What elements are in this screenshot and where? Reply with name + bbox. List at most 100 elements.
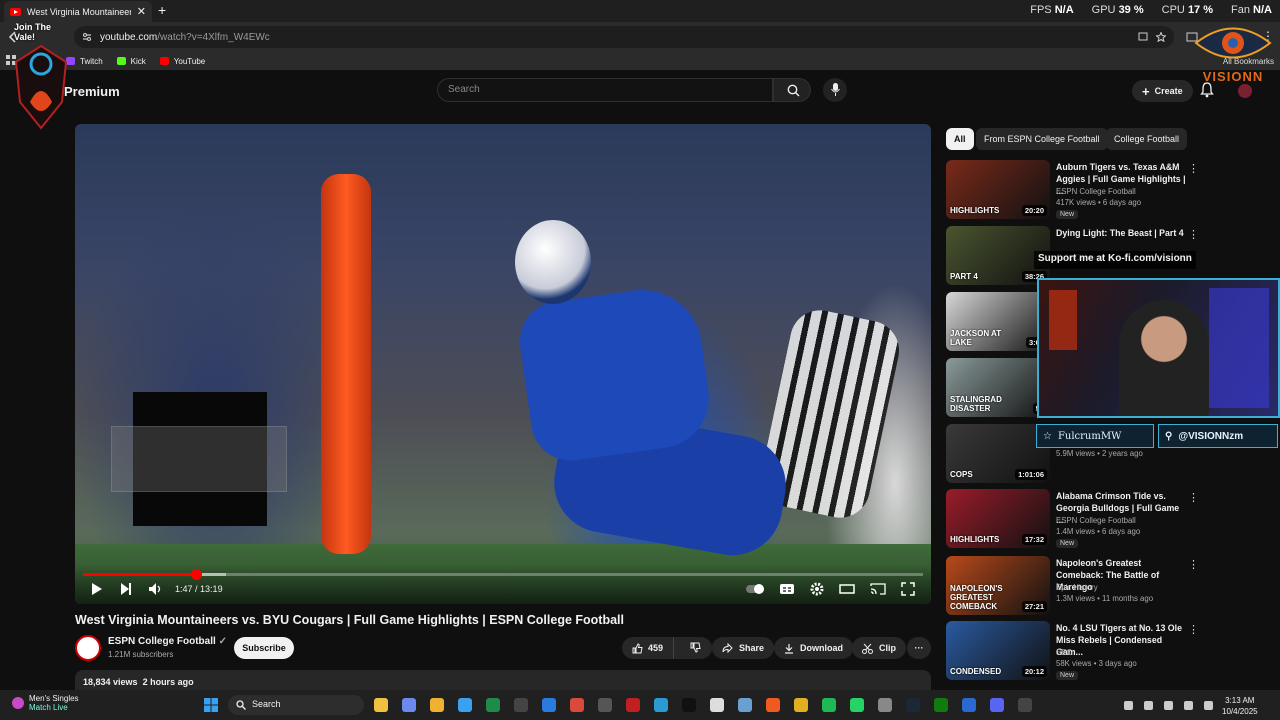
bookmark-kick[interactable]: Kick	[116, 57, 146, 66]
tab-title: West Virginia Mountaineers vs	[27, 6, 131, 17]
browser-tab-bar: West Virginia Mountaineers vs ✕ + FPS N/…	[0, 0, 1280, 22]
app5-icon[interactable]	[1018, 698, 1032, 712]
chevron-up-icon[interactable]	[1124, 701, 1133, 710]
clip-button[interactable]: Clip	[852, 637, 906, 659]
folder-icon[interactable]	[430, 698, 444, 712]
windows-start-icon[interactable]	[204, 698, 218, 712]
more-horizontal-icon: ···	[914, 643, 924, 653]
more-vertical-icon[interactable]: ⋮	[1188, 491, 1199, 504]
search-icon	[787, 84, 800, 97]
search-button[interactable]	[773, 78, 811, 102]
recommended-video[interactable]: HIGHLIGHTS 20:20 Auburn Tigers vs. Texas A…	[946, 160, 1276, 222]
brave-icon[interactable]	[766, 698, 780, 712]
app4-icon[interactable]	[962, 698, 976, 712]
discord-icon[interactable]	[990, 698, 1004, 712]
steam-icon[interactable]	[906, 698, 920, 712]
url-bar[interactable]: youtube.com/watch?v=4Xlfm_W4EWc	[74, 26, 1174, 48]
theater-mode-icon[interactable]	[839, 582, 855, 596]
play-icon[interactable]	[89, 582, 103, 596]
spotify-icon[interactable]	[822, 698, 836, 712]
video-thumbnail[interactable]: HIGHLIGHTS 17:32	[946, 489, 1050, 548]
visionn-streamer-logo: VISIONN	[1192, 18, 1274, 84]
terminal-icon[interactable]	[514, 698, 528, 712]
fullscreen-icon[interactable]	[901, 582, 915, 596]
photos-icon[interactable]	[458, 698, 472, 712]
seek-bar[interactable]	[83, 569, 923, 580]
chip-college-football[interactable]: College Football	[1106, 128, 1188, 150]
thumbnail-caption: HIGHLIGHTS	[950, 206, 1000, 215]
cloud-icon[interactable]	[1144, 701, 1153, 710]
news-icon[interactable]	[626, 698, 640, 712]
like-button[interactable]: 459	[622, 637, 675, 659]
video-thumbnail[interactable]: COPS 1:01:06	[946, 424, 1050, 483]
more-vertical-icon[interactable]: ⋮	[1188, 162, 1199, 175]
chip-all[interactable]: All	[946, 128, 974, 150]
chrome-icon[interactable]	[794, 698, 808, 712]
xbox-icon[interactable]	[934, 698, 948, 712]
seek-bar-handle[interactable]	[190, 569, 202, 580]
site-info-icon[interactable]	[82, 32, 92, 42]
share-button[interactable]: Share	[712, 637, 775, 659]
subscribe-button[interactable]: Subscribe	[234, 637, 294, 659]
edge-icon[interactable]	[654, 698, 668, 712]
taskbar-search[interactable]: Search	[228, 695, 364, 715]
thumbnail-caption: STALINGRAD DISASTER	[950, 395, 1002, 413]
video-thumbnail[interactable]: NAPOLEON'S GREATEST COMEBACK 27:21	[946, 556, 1050, 615]
tab-close-icon[interactable]: ✕	[137, 5, 146, 18]
new-tab-button[interactable]: +	[158, 2, 166, 18]
mic-tray-icon[interactable]	[1184, 701, 1193, 710]
search-input[interactable]: Search	[437, 78, 773, 102]
more-actions-button[interactable]: ···	[907, 637, 931, 659]
snip-icon[interactable]	[570, 698, 584, 712]
more-vertical-icon[interactable]: ⋮	[1188, 228, 1199, 241]
video-duration: 17:32	[1021, 534, 1047, 545]
tiktok-icon[interactable]	[682, 698, 696, 712]
kofi-banner: Support me at Ko-fi.com/visionn	[1034, 251, 1196, 269]
channel-avatar[interactable]	[75, 635, 101, 661]
recommended-meta: 5.9M views • 2 years ago	[1056, 449, 1143, 458]
video-thumbnail[interactable]: HIGHLIGHTS 20:20	[946, 160, 1050, 219]
video-thumbnail[interactable]: CONDENSED 20:12	[946, 621, 1050, 680]
recommended-video[interactable]: NAPOLEON'S GREATEST COMEBACK 27:21 Napoleo…	[946, 556, 1276, 618]
video-thumbnail[interactable]: STALINGRAD DISASTER51	[946, 358, 1050, 417]
next-video-icon[interactable]	[119, 582, 133, 596]
voice-search-button[interactable]	[823, 78, 847, 102]
more-vertical-icon[interactable]: ⋮	[1188, 623, 1199, 636]
cast-icon[interactable]	[870, 582, 886, 596]
create-button[interactable]: + Create	[1132, 80, 1193, 102]
network-icon[interactable]	[1164, 701, 1173, 710]
app2-icon[interactable]	[738, 698, 752, 712]
video-thumbnail[interactable]: JACKSON AT LAKE3:07	[946, 292, 1050, 351]
recommended-video[interactable]: HIGHLIGHTS 17:32 Alabama Crimson Tide vs. …	[946, 489, 1276, 551]
file-explorer-icon[interactable]	[374, 698, 388, 712]
volume-tray-icon[interactable]	[1204, 701, 1213, 710]
excel-icon[interactable]	[486, 698, 500, 712]
system-clock[interactable]: 3:13 AM 10/4/2025	[1222, 695, 1258, 717]
chip-from-channel[interactable]: From ESPN College Football	[976, 128, 1108, 150]
store-icon[interactable]	[542, 698, 556, 712]
captions-icon[interactable]	[779, 582, 795, 596]
dislike-button[interactable]	[680, 642, 711, 655]
bookmark-star-icon[interactable]	[1156, 32, 1166, 42]
settings-gear-icon[interactable]	[810, 582, 824, 596]
capcut-icon[interactable]	[710, 698, 724, 712]
account-avatar[interactable]	[1238, 84, 1252, 98]
widgets-news[interactable]: Men's Singles Match Live	[12, 694, 79, 712]
recommended-video[interactable]: CONDENSED 20:12 No. 4 LSU Tigers at No. 13…	[946, 621, 1276, 683]
channel-name[interactable]: ESPN College Football ✓	[108, 636, 227, 647]
bookmark-youtube[interactable]: YouTube	[159, 57, 205, 66]
app-icon[interactable]	[598, 698, 612, 712]
webcam-overlay	[1037, 278, 1280, 418]
install-icon[interactable]	[1138, 32, 1148, 42]
copilot-icon[interactable]	[402, 698, 416, 712]
autoplay-toggle-icon[interactable]	[745, 582, 767, 596]
browser-tab-active[interactable]: West Virginia Mountaineers vs ✕	[4, 1, 152, 22]
download-button[interactable]: Download	[774, 637, 853, 659]
whatsapp-icon[interactable]	[850, 698, 864, 712]
more-vertical-icon[interactable]: ⋮	[1188, 558, 1199, 571]
video-player[interactable]: 1:47 / 13:19	[75, 124, 931, 604]
notifications-bell-icon[interactable]	[1200, 82, 1214, 98]
volume-icon[interactable]	[148, 582, 164, 596]
youtube-premium-logo[interactable]: Premium	[64, 84, 120, 99]
app3-icon[interactable]	[878, 698, 892, 712]
